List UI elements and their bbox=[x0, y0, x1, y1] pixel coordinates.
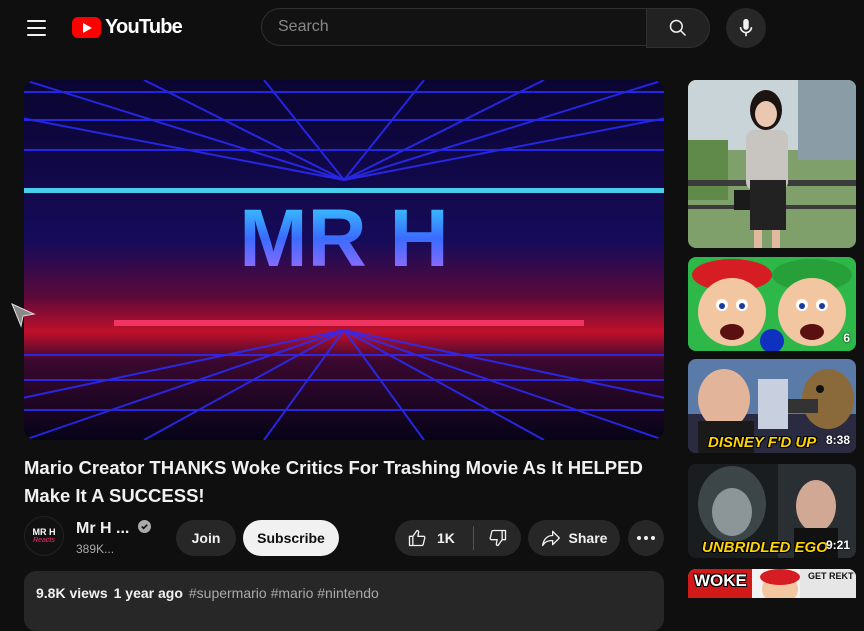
voice-search-button[interactable] bbox=[726, 8, 766, 48]
search-box bbox=[261, 8, 710, 48]
subscribe-button[interactable]: Subscribe bbox=[243, 520, 339, 556]
verified-icon bbox=[138, 520, 151, 533]
like-button[interactable]: 1K bbox=[395, 520, 473, 556]
recommendation-thumbnail[interactable]: WOKE GET REKT bbox=[688, 569, 856, 598]
like-count: 1K bbox=[437, 530, 455, 546]
avatar[interactable]: MR H Reacts bbox=[24, 516, 64, 556]
thumbnail-overlay-text: WOKE bbox=[694, 571, 747, 590]
like-dislike-group: 1K bbox=[395, 520, 521, 556]
recommendation-thumbnail[interactable] bbox=[688, 80, 856, 248]
search-icon bbox=[669, 19, 687, 37]
more-actions-button[interactable] bbox=[628, 520, 664, 556]
avatar-text: MR H bbox=[32, 526, 56, 537]
description-box[interactable]: 9.8K views 1 year ago #supermario #mario #… bbox=[24, 571, 664, 631]
thumbnail-image bbox=[688, 80, 856, 248]
view-count: 9.8K views bbox=[36, 585, 108, 601]
recommendation-thumbnail[interactable]: 6 bbox=[688, 257, 856, 351]
upload-date: 1 year ago bbox=[113, 585, 183, 601]
player-overlay-text: MR H bbox=[239, 193, 449, 284]
owner-row: MR H Reacts Mr H ... 389K... Join Subscr… bbox=[24, 516, 664, 556]
channel-name[interactable]: Mr H ... bbox=[76, 520, 129, 538]
youtube-logo-icon bbox=[72, 17, 101, 38]
duration-badge: 9:21 bbox=[825, 538, 850, 552]
youtube-logo[interactable]: YouTube bbox=[72, 16, 183, 39]
more-icon bbox=[637, 536, 655, 540]
recommendation-thumbnail[interactable]: UNBRIDLED EGO 9:21 bbox=[688, 464, 856, 558]
duration-badge: 6 bbox=[843, 331, 850, 345]
thumbnail-overlay-text-2: GET REKT bbox=[808, 571, 854, 581]
duration-badge: 8:38 bbox=[825, 433, 850, 447]
video-frame: MR H bbox=[24, 80, 664, 440]
video-player[interactable]: MR H bbox=[24, 80, 664, 440]
thumbs-up-icon bbox=[408, 529, 426, 547]
join-button[interactable]: Join bbox=[176, 520, 236, 556]
search-input[interactable] bbox=[261, 8, 646, 46]
share-label: Share bbox=[568, 530, 608, 546]
menu-icon[interactable] bbox=[20, 13, 52, 43]
recommendation-thumbnail[interactable]: DISNEY F'D UP 8:38 bbox=[688, 359, 856, 453]
share-icon bbox=[541, 530, 560, 547]
thumbnail-overlay-text: UNBRIDLED EGO bbox=[702, 539, 828, 556]
thumbnail-overlay-text: DISNEY F'D UP bbox=[708, 434, 817, 451]
avatar-subtext: Reacts bbox=[33, 536, 55, 544]
description-meta: 9.8K views 1 year ago #supermario #mario #… bbox=[36, 585, 379, 601]
video-title: Mario Creator THANKS Woke Critics For Tr… bbox=[24, 457, 643, 506]
logo-text: YouTube bbox=[105, 16, 183, 38]
dislike-button[interactable] bbox=[474, 520, 521, 556]
subscriber-count: 389K... bbox=[76, 542, 115, 556]
cursor-icon bbox=[11, 303, 36, 328]
share-button[interactable]: Share bbox=[528, 520, 620, 556]
thumbs-down-icon bbox=[489, 529, 506, 547]
top-bar: YouTube bbox=[0, 0, 864, 56]
thumbnail-image bbox=[688, 257, 856, 351]
hashtags[interactable]: #supermario #mario #nintendo bbox=[189, 585, 379, 601]
search-button[interactable] bbox=[646, 8, 710, 48]
mic-icon bbox=[739, 18, 753, 37]
